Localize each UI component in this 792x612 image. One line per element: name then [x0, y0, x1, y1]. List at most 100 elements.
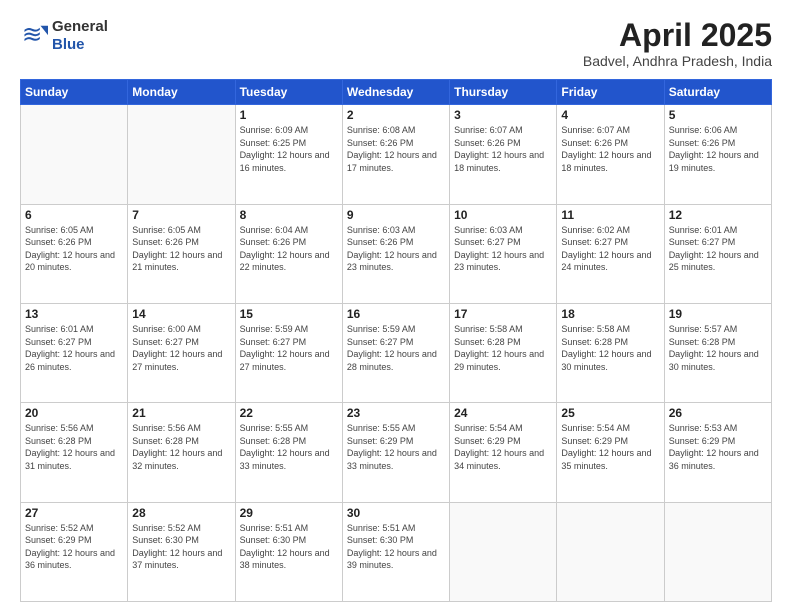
calendar-cell: 4 Sunrise: 6:07 AMSunset: 6:26 PMDaylight…: [557, 105, 664, 204]
calendar-week-row: 6 Sunrise: 6:05 AMSunset: 6:26 PMDaylight…: [21, 204, 772, 303]
day-number: 22: [240, 406, 338, 420]
weekday-header: Thursday: [450, 80, 557, 105]
calendar-cell: 18 Sunrise: 5:58 AMSunset: 6:28 PMDayligh…: [557, 303, 664, 402]
day-number: 29: [240, 506, 338, 520]
calendar-table: SundayMondayTuesdayWednesdayThursdayFrid…: [20, 79, 772, 602]
day-number: 25: [561, 406, 659, 420]
day-info: Sunrise: 6:01 AMSunset: 6:27 PMDaylight:…: [25, 323, 123, 373]
calendar-cell: 11 Sunrise: 6:02 AMSunset: 6:27 PMDayligh…: [557, 204, 664, 303]
day-info: Sunrise: 5:58 AMSunset: 6:28 PMDaylight:…: [454, 323, 552, 373]
day-info: Sunrise: 5:58 AMSunset: 6:28 PMDaylight:…: [561, 323, 659, 373]
calendar-cell: [450, 502, 557, 601]
day-number: 11: [561, 208, 659, 222]
page-header: ≋ General Blue April 2025 Badvel, Andhra…: [20, 18, 772, 69]
calendar-cell: 5 Sunrise: 6:06 AMSunset: 6:26 PMDaylight…: [664, 105, 771, 204]
day-number: 13: [25, 307, 123, 321]
logo-text: General Blue: [52, 18, 108, 54]
day-info: Sunrise: 6:01 AMSunset: 6:27 PMDaylight:…: [669, 224, 767, 274]
calendar-cell: 16 Sunrise: 5:59 AMSunset: 6:27 PMDayligh…: [342, 303, 449, 402]
day-info: Sunrise: 5:51 AMSunset: 6:30 PMDaylight:…: [240, 522, 338, 572]
month-title: April 2025: [583, 18, 772, 53]
calendar-cell: 20 Sunrise: 5:56 AMSunset: 6:28 PMDayligh…: [21, 403, 128, 502]
day-info: Sunrise: 5:56 AMSunset: 6:28 PMDaylight:…: [25, 422, 123, 472]
day-number: 19: [669, 307, 767, 321]
calendar-cell: [21, 105, 128, 204]
day-info: Sunrise: 5:54 AMSunset: 6:29 PMDaylight:…: [561, 422, 659, 472]
day-number: 9: [347, 208, 445, 222]
day-info: Sunrise: 5:52 AMSunset: 6:30 PMDaylight:…: [132, 522, 230, 572]
calendar-cell: 15 Sunrise: 5:59 AMSunset: 6:27 PMDayligh…: [235, 303, 342, 402]
day-info: Sunrise: 6:03 AMSunset: 6:26 PMDaylight:…: [347, 224, 445, 274]
day-info: Sunrise: 5:57 AMSunset: 6:28 PMDaylight:…: [669, 323, 767, 373]
calendar-cell: 29 Sunrise: 5:51 AMSunset: 6:30 PMDayligh…: [235, 502, 342, 601]
day-info: Sunrise: 5:53 AMSunset: 6:29 PMDaylight:…: [669, 422, 767, 472]
title-block: April 2025 Badvel, Andhra Pradesh, India: [583, 18, 772, 69]
day-number: 7: [132, 208, 230, 222]
calendar-cell: [557, 502, 664, 601]
day-number: 18: [561, 307, 659, 321]
day-number: 30: [347, 506, 445, 520]
calendar-week-row: 1 Sunrise: 6:09 AMSunset: 6:25 PMDaylight…: [21, 105, 772, 204]
calendar-cell: 2 Sunrise: 6:08 AMSunset: 6:26 PMDaylight…: [342, 105, 449, 204]
day-info: Sunrise: 5:59 AMSunset: 6:27 PMDaylight:…: [240, 323, 338, 373]
calendar-cell: 7 Sunrise: 6:05 AMSunset: 6:26 PMDaylight…: [128, 204, 235, 303]
day-number: 2: [347, 108, 445, 122]
day-number: 3: [454, 108, 552, 122]
day-info: Sunrise: 5:56 AMSunset: 6:28 PMDaylight:…: [132, 422, 230, 472]
day-number: 16: [347, 307, 445, 321]
day-number: 24: [454, 406, 552, 420]
day-info: Sunrise: 6:03 AMSunset: 6:27 PMDaylight:…: [454, 224, 552, 274]
day-info: Sunrise: 6:05 AMSunset: 6:26 PMDaylight:…: [25, 224, 123, 274]
calendar-cell: [664, 502, 771, 601]
day-number: 27: [25, 506, 123, 520]
day-info: Sunrise: 5:51 AMSunset: 6:30 PMDaylight:…: [347, 522, 445, 572]
calendar-week-row: 20 Sunrise: 5:56 AMSunset: 6:28 PMDayligh…: [21, 403, 772, 502]
svg-text:≋: ≋: [22, 22, 42, 49]
calendar-cell: 24 Sunrise: 5:54 AMSunset: 6:29 PMDayligh…: [450, 403, 557, 502]
day-info: Sunrise: 6:07 AMSunset: 6:26 PMDaylight:…: [561, 124, 659, 174]
logo-blue-text: Blue: [52, 36, 85, 53]
calendar-cell: 10 Sunrise: 6:03 AMSunset: 6:27 PMDayligh…: [450, 204, 557, 303]
calendar-cell: 28 Sunrise: 5:52 AMSunset: 6:30 PMDayligh…: [128, 502, 235, 601]
day-number: 5: [669, 108, 767, 122]
day-info: Sunrise: 6:06 AMSunset: 6:26 PMDaylight:…: [669, 124, 767, 174]
day-info: Sunrise: 5:54 AMSunset: 6:29 PMDaylight:…: [454, 422, 552, 472]
day-number: 21: [132, 406, 230, 420]
weekday-header: Wednesday: [342, 80, 449, 105]
day-number: 6: [25, 208, 123, 222]
day-number: 20: [25, 406, 123, 420]
weekday-header-row: SundayMondayTuesdayWednesdayThursdayFrid…: [21, 80, 772, 105]
day-info: Sunrise: 5:55 AMSunset: 6:29 PMDaylight:…: [347, 422, 445, 472]
day-number: 8: [240, 208, 338, 222]
day-info: Sunrise: 6:04 AMSunset: 6:26 PMDaylight:…: [240, 224, 338, 274]
weekday-header: Saturday: [664, 80, 771, 105]
calendar-cell: 17Sunrise: 5:58 AMSunset: 6:28 PMDayligh…: [450, 303, 557, 402]
logo: ≋ General Blue: [20, 18, 108, 54]
day-number: 26: [669, 406, 767, 420]
day-number: 4: [561, 108, 659, 122]
location: Badvel, Andhra Pradesh, India: [583, 53, 772, 69]
day-info: Sunrise: 6:05 AMSunset: 6:26 PMDaylight:…: [132, 224, 230, 274]
calendar-cell: 25 Sunrise: 5:54 AMSunset: 6:29 PMDayligh…: [557, 403, 664, 502]
day-number: 15: [240, 307, 338, 321]
calendar-cell: 13 Sunrise: 6:01 AMSunset: 6:27 PMDayligh…: [21, 303, 128, 402]
day-info: Sunrise: 6:08 AMSunset: 6:26 PMDaylight:…: [347, 124, 445, 174]
calendar-week-row: 13 Sunrise: 6:01 AMSunset: 6:27 PMDayligh…: [21, 303, 772, 402]
day-number: 1: [240, 108, 338, 122]
calendar-page: ≋ General Blue April 2025 Badvel, Andhra…: [0, 0, 792, 612]
weekday-header: Sunday: [21, 80, 128, 105]
calendar-cell: 22Sunrise: 5:55 AMSunset: 6:28 PMDayligh…: [235, 403, 342, 502]
day-number: 14: [132, 307, 230, 321]
calendar-cell: 3Sunrise: 6:07 AMSunset: 6:26 PMDaylight…: [450, 105, 557, 204]
weekday-header: Tuesday: [235, 80, 342, 105]
day-number: 23: [347, 406, 445, 420]
calendar-cell: 8 Sunrise: 6:04 AMSunset: 6:26 PMDaylight…: [235, 204, 342, 303]
day-number: 10: [454, 208, 552, 222]
day-info: Sunrise: 5:59 AMSunset: 6:27 PMDaylight:…: [347, 323, 445, 373]
day-number: 28: [132, 506, 230, 520]
day-info: Sunrise: 6:09 AMSunset: 6:25 PMDaylight:…: [240, 124, 338, 174]
day-number: 12: [669, 208, 767, 222]
calendar-cell: [128, 105, 235, 204]
day-info: Sunrise: 6:02 AMSunset: 6:27 PMDaylight:…: [561, 224, 659, 274]
calendar-cell: 1 Sunrise: 6:09 AMSunset: 6:25 PMDaylight…: [235, 105, 342, 204]
